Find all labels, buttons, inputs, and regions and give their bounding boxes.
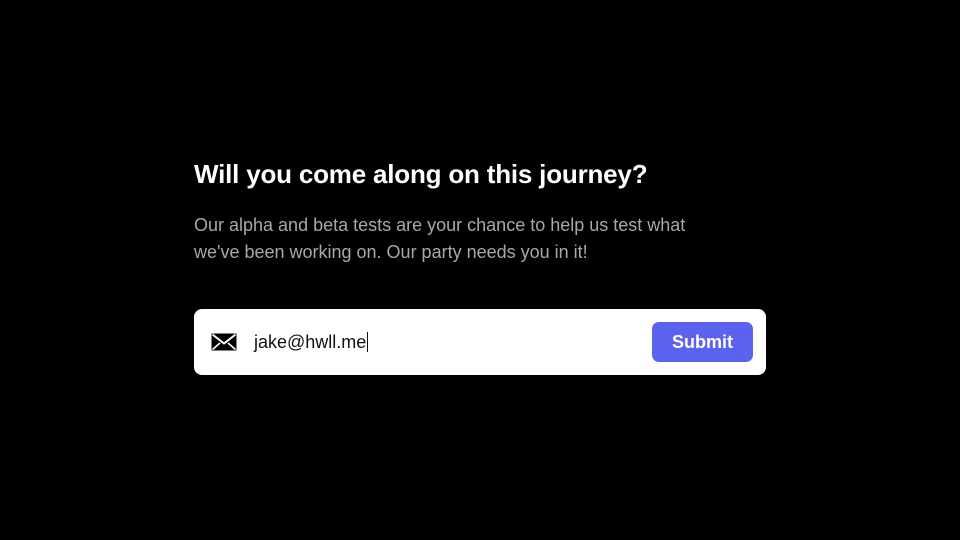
- signup-section: Will you come along on this journey? Our…: [194, 156, 768, 266]
- email-signup-form: jake@hwll.me Submit: [194, 309, 766, 375]
- submit-button[interactable]: Submit: [652, 322, 753, 362]
- text-cursor: [367, 332, 369, 352]
- email-input[interactable]: jake@hwll.me: [254, 326, 634, 358]
- page-title: Will you come along on this journey?: [194, 159, 648, 189]
- mail-icon: [211, 333, 237, 351]
- email-input-value: jake@hwll.me: [254, 331, 367, 352]
- page-subtitle: Our alpha and beta tests are your chance…: [194, 215, 686, 262]
